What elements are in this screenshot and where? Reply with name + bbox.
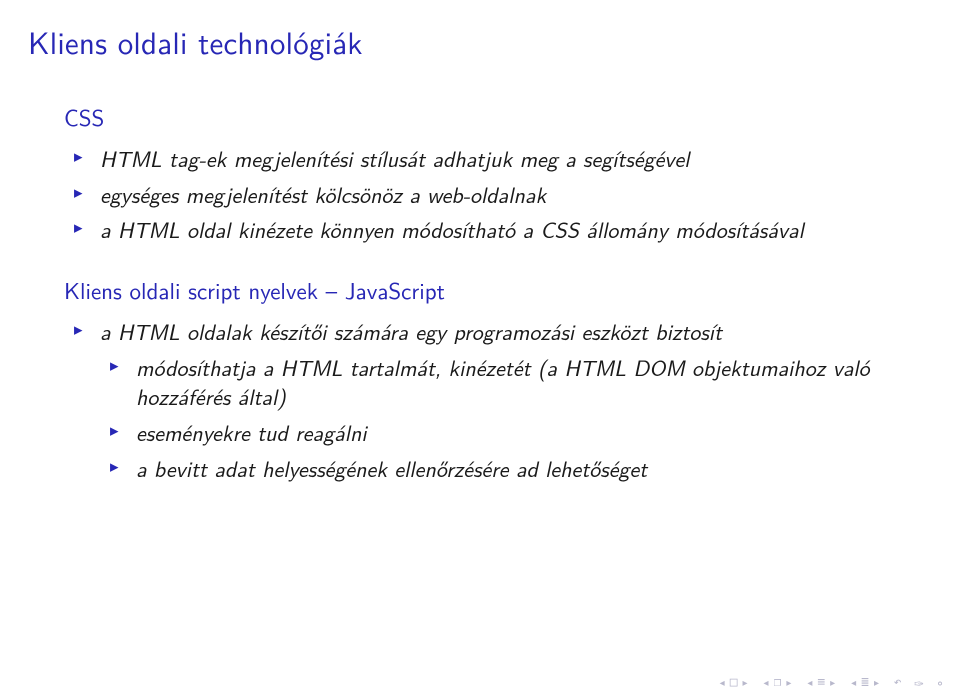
list-item: eseményekre tud reagálni <box>136 418 932 448</box>
list-item: a HTML oldal kinézete könnyen módosíthat… <box>100 215 932 245</box>
quit-icon: ⚬ <box>935 674 944 692</box>
nav-group-subsection: ◂ ≡ ▸ <box>803 675 839 690</box>
list-item: a bevitt adat helyességének ellenőrzésér… <box>136 454 932 484</box>
section-icon: ≣ <box>861 675 869 690</box>
triangle-right-icon: ▸ <box>830 678 835 688</box>
list-item: módosíthatja a HTML tartalmát, kinézetét… <box>136 353 932 412</box>
block-heading-javascript: Kliens oldali script nyelvek – JavaScrip… <box>64 273 932 307</box>
sublist: módosíthatja a HTML tartalmát, kinézetét… <box>100 353 932 484</box>
back-icon: ↶ <box>894 675 902 690</box>
nav-prev-subsection-button[interactable]: ◂ <box>803 676 816 689</box>
beamer-navbar: ◂ □ ▸ ◂ ❐ ▸ ◂ ≡ ▸ ◂ ≣ ▸ ↶ ✑ ⚬ <box>716 675 946 690</box>
list-item-label: a HTML oldalak készítői számára egy prog… <box>100 315 722 347</box>
triangle-left-icon: ◂ <box>851 678 856 688</box>
slide-icon: □ <box>730 675 738 690</box>
triangle-left-icon: ◂ <box>720 678 725 688</box>
subsection-icon: ≡ <box>817 675 825 690</box>
nav-quit-button[interactable]: ⚬ <box>933 676 946 689</box>
search-icon: ✑ <box>914 674 923 692</box>
triangle-right-icon: ▸ <box>743 678 748 688</box>
page-title: Kliens oldali technológiák <box>28 18 932 64</box>
triangle-left-icon: ◂ <box>764 678 769 688</box>
triangle-right-icon: ▸ <box>874 678 879 688</box>
list-javascript: a HTML oldalak készítői számára egy prog… <box>28 317 932 483</box>
nav-prev-frame-button[interactable]: ◂ <box>760 676 773 689</box>
nav-prev-slide-button[interactable]: ◂ <box>716 676 729 689</box>
list-item: egységes megjelenítést kölcsönöz a web-o… <box>100 180 932 210</box>
nav-next-slide-button[interactable]: ▸ <box>739 676 752 689</box>
nav-back-button[interactable]: ↶ <box>891 676 904 689</box>
nav-next-section-button[interactable]: ▸ <box>870 676 883 689</box>
triangle-right-icon: ▸ <box>786 678 791 688</box>
block-heading-css: CSS <box>64 100 932 134</box>
nav-group-section: ◂ ≣ ▸ <box>847 675 883 690</box>
nav-next-frame-button[interactable]: ▸ <box>782 676 795 689</box>
nav-group-slide: ◂ □ ▸ <box>716 675 752 690</box>
nav-prev-section-button[interactable]: ◂ <box>847 676 860 689</box>
triangle-left-icon: ◂ <box>807 678 812 688</box>
nav-search-button[interactable]: ✑ <box>912 676 925 689</box>
nav-next-subsection-button[interactable]: ▸ <box>826 676 839 689</box>
frame-icon: ❐ <box>774 675 782 690</box>
list-item: a HTML oldalak készítői számára egy prog… <box>100 317 932 483</box>
list-item: HTML tag-ek megjelenítési stílusát adhat… <box>100 144 932 174</box>
nav-group-frame: ◂ ❐ ▸ <box>760 675 796 690</box>
slide: Kliens oldali technológiák CSS HTML tag-… <box>0 0 960 700</box>
list-css: HTML tag-ek megjelenítési stílusát adhat… <box>28 144 932 245</box>
